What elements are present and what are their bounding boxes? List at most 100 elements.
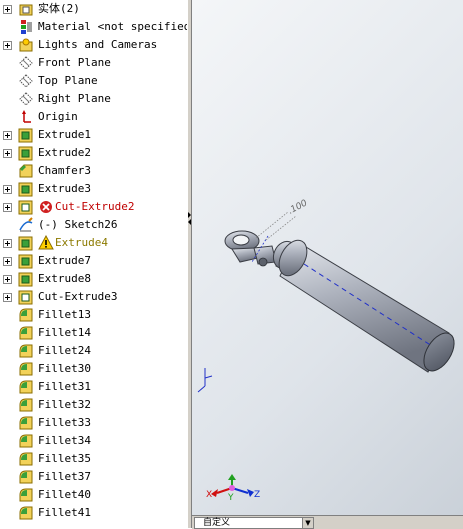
tree-item[interactable]: Fillet14: [0, 324, 187, 342]
expand-toggle-icon[interactable]: [3, 41, 12, 50]
expand-toggle-icon[interactable]: [3, 185, 12, 194]
tree-item-label: Fillet30: [38, 362, 91, 375]
cylinder-model[interactable]: [224, 230, 460, 376]
dimension-annotation[interactable]: .100: [255, 198, 309, 241]
tree-item-label: Fillet35: [38, 452, 91, 465]
lights-folder-icon: [18, 37, 34, 53]
expand-toggle-icon[interactable]: [3, 203, 12, 212]
fillet-icon: [18, 469, 34, 485]
splitter-grip-icon[interactable]: [188, 210, 191, 226]
feature-manager-tree: 实体(2) Material <not specified> Lights and …: [0, 0, 187, 528]
tree-item-label: Chamfer3: [38, 164, 91, 177]
fillet-icon: [18, 451, 34, 467]
tree-item[interactable]: Material <not specified>: [0, 18, 187, 36]
rod-eye: [224, 230, 260, 263]
fillet-icon: [18, 415, 34, 431]
chamfer-icon: [18, 163, 34, 179]
tree-item[interactable]: Cut-Extrude2: [0, 198, 187, 216]
tree-item[interactable]: Fillet24: [0, 342, 187, 360]
tree-item[interactable]: Fillet33: [0, 414, 187, 432]
tree-item[interactable]: Origin: [0, 108, 187, 126]
tree-item-label: Extrude2: [38, 146, 91, 159]
triad-x-label: X: [206, 490, 212, 500]
tree-item-label: Fillet37: [38, 470, 91, 483]
fillet-icon: [18, 505, 34, 521]
error-icon: [38, 199, 54, 215]
tree-item-label: Cut-Extrude2: [55, 200, 135, 213]
tree-item-label: Fillet14: [38, 326, 91, 339]
tree-item[interactable]: Fillet37: [0, 468, 187, 486]
tree-item[interactable]: Cut-Extrude3: [0, 288, 187, 306]
fillet-icon: [18, 361, 34, 377]
expand-toggle-icon[interactable]: [3, 293, 12, 302]
tree-item-label: Origin: [38, 110, 78, 123]
view-orientation-select[interactable]: 自定义 ▼: [194, 517, 314, 529]
fillet-icon: [18, 379, 34, 395]
tree-item[interactable]: Top Plane: [0, 72, 187, 90]
tree-item-label: Lights and Cameras: [38, 38, 158, 51]
tree-item-label: Fillet13: [38, 308, 91, 321]
tree-item[interactable]: Extrude7: [0, 252, 187, 270]
tree-item[interactable]: Extrude8: [0, 270, 187, 288]
tree-item[interactable]: Fillet34: [0, 432, 187, 450]
tree-item-label: Right Plane: [38, 92, 111, 105]
fillet-icon: [18, 325, 34, 341]
tree-item[interactable]: Fillet31: [0, 378, 187, 396]
tree-item[interactable]: (-) Sketch26: [0, 216, 187, 234]
triad-y-label: Y: [227, 493, 234, 503]
expand-toggle-icon[interactable]: [3, 239, 12, 248]
graphics-viewport[interactable]: .100 X Y Z: [192, 0, 463, 528]
sketch-icon: [18, 217, 34, 233]
tree-item[interactable]: Front Plane: [0, 54, 187, 72]
extrude-icon: [18, 145, 34, 161]
expand-toggle-icon[interactable]: [3, 5, 12, 14]
expand-toggle-icon[interactable]: [3, 257, 12, 266]
extrude-icon: [18, 253, 34, 269]
expand-toggle-icon[interactable]: [3, 131, 12, 140]
tree-item-label: 实体(2): [38, 2, 80, 15]
material-icon: [18, 19, 34, 35]
expand-toggle-icon[interactable]: [3, 275, 12, 284]
tree-item[interactable]: Extrude1: [0, 126, 187, 144]
tree-item-label: Fillet33: [38, 416, 91, 429]
tree-item[interactable]: Fillet35: [0, 450, 187, 468]
tree-item-label: Front Plane: [38, 56, 111, 69]
extrude-icon: [18, 127, 34, 143]
tree-item[interactable]: Lights and Cameras: [0, 36, 187, 54]
tree-item[interactable]: Extrude3: [0, 180, 187, 198]
tree-item[interactable]: Fillet32: [0, 396, 187, 414]
triad-z-label: Z: [254, 490, 260, 500]
tree-item-label: Fillet24: [38, 344, 91, 357]
chevron-down-icon[interactable]: ▼: [302, 518, 313, 528]
cut-extrude-icon: [18, 289, 34, 305]
tree-item[interactable]: Chamfer3: [0, 162, 187, 180]
fillet-icon: [18, 307, 34, 323]
plane-icon: [18, 73, 34, 89]
tree-item-label: Fillet32: [38, 398, 91, 411]
tree-item-label: Fillet34: [38, 434, 91, 447]
tree-item-label: Top Plane: [38, 74, 98, 87]
tree-item[interactable]: Fillet40: [0, 486, 187, 504]
tree-item-label: Fillet40: [38, 488, 91, 501]
tree-item[interactable]: Right Plane: [0, 90, 187, 108]
fillet-icon: [18, 397, 34, 413]
tree-item[interactable]: Fillet41: [0, 504, 187, 522]
tree-item[interactable]: Fillet30: [0, 360, 187, 378]
fillet-icon: [18, 487, 34, 503]
tree-item[interactable]: 实体(2): [0, 0, 187, 18]
warning-icon: [38, 234, 54, 251]
fillet-icon: [18, 433, 34, 449]
plane-icon: [18, 91, 34, 107]
tree-item[interactable]: Fillet13: [0, 306, 187, 324]
origin-icon: [18, 109, 34, 125]
tree-item-label: Material <not specified>: [38, 20, 187, 33]
tree-item-label: (-) Sketch26: [38, 218, 118, 231]
tree-item-label: Extrude3: [38, 182, 91, 195]
tree-item-label: Cut-Extrude3: [38, 290, 118, 303]
expand-toggle-icon[interactable]: [3, 149, 12, 158]
tree-item-label: Extrude8: [38, 272, 91, 285]
tree-item-label: Fillet41: [38, 506, 91, 519]
extrude-icon: [18, 271, 34, 287]
tree-item[interactable]: Extrude4: [0, 234, 187, 252]
tree-item[interactable]: Extrude2: [0, 144, 187, 162]
